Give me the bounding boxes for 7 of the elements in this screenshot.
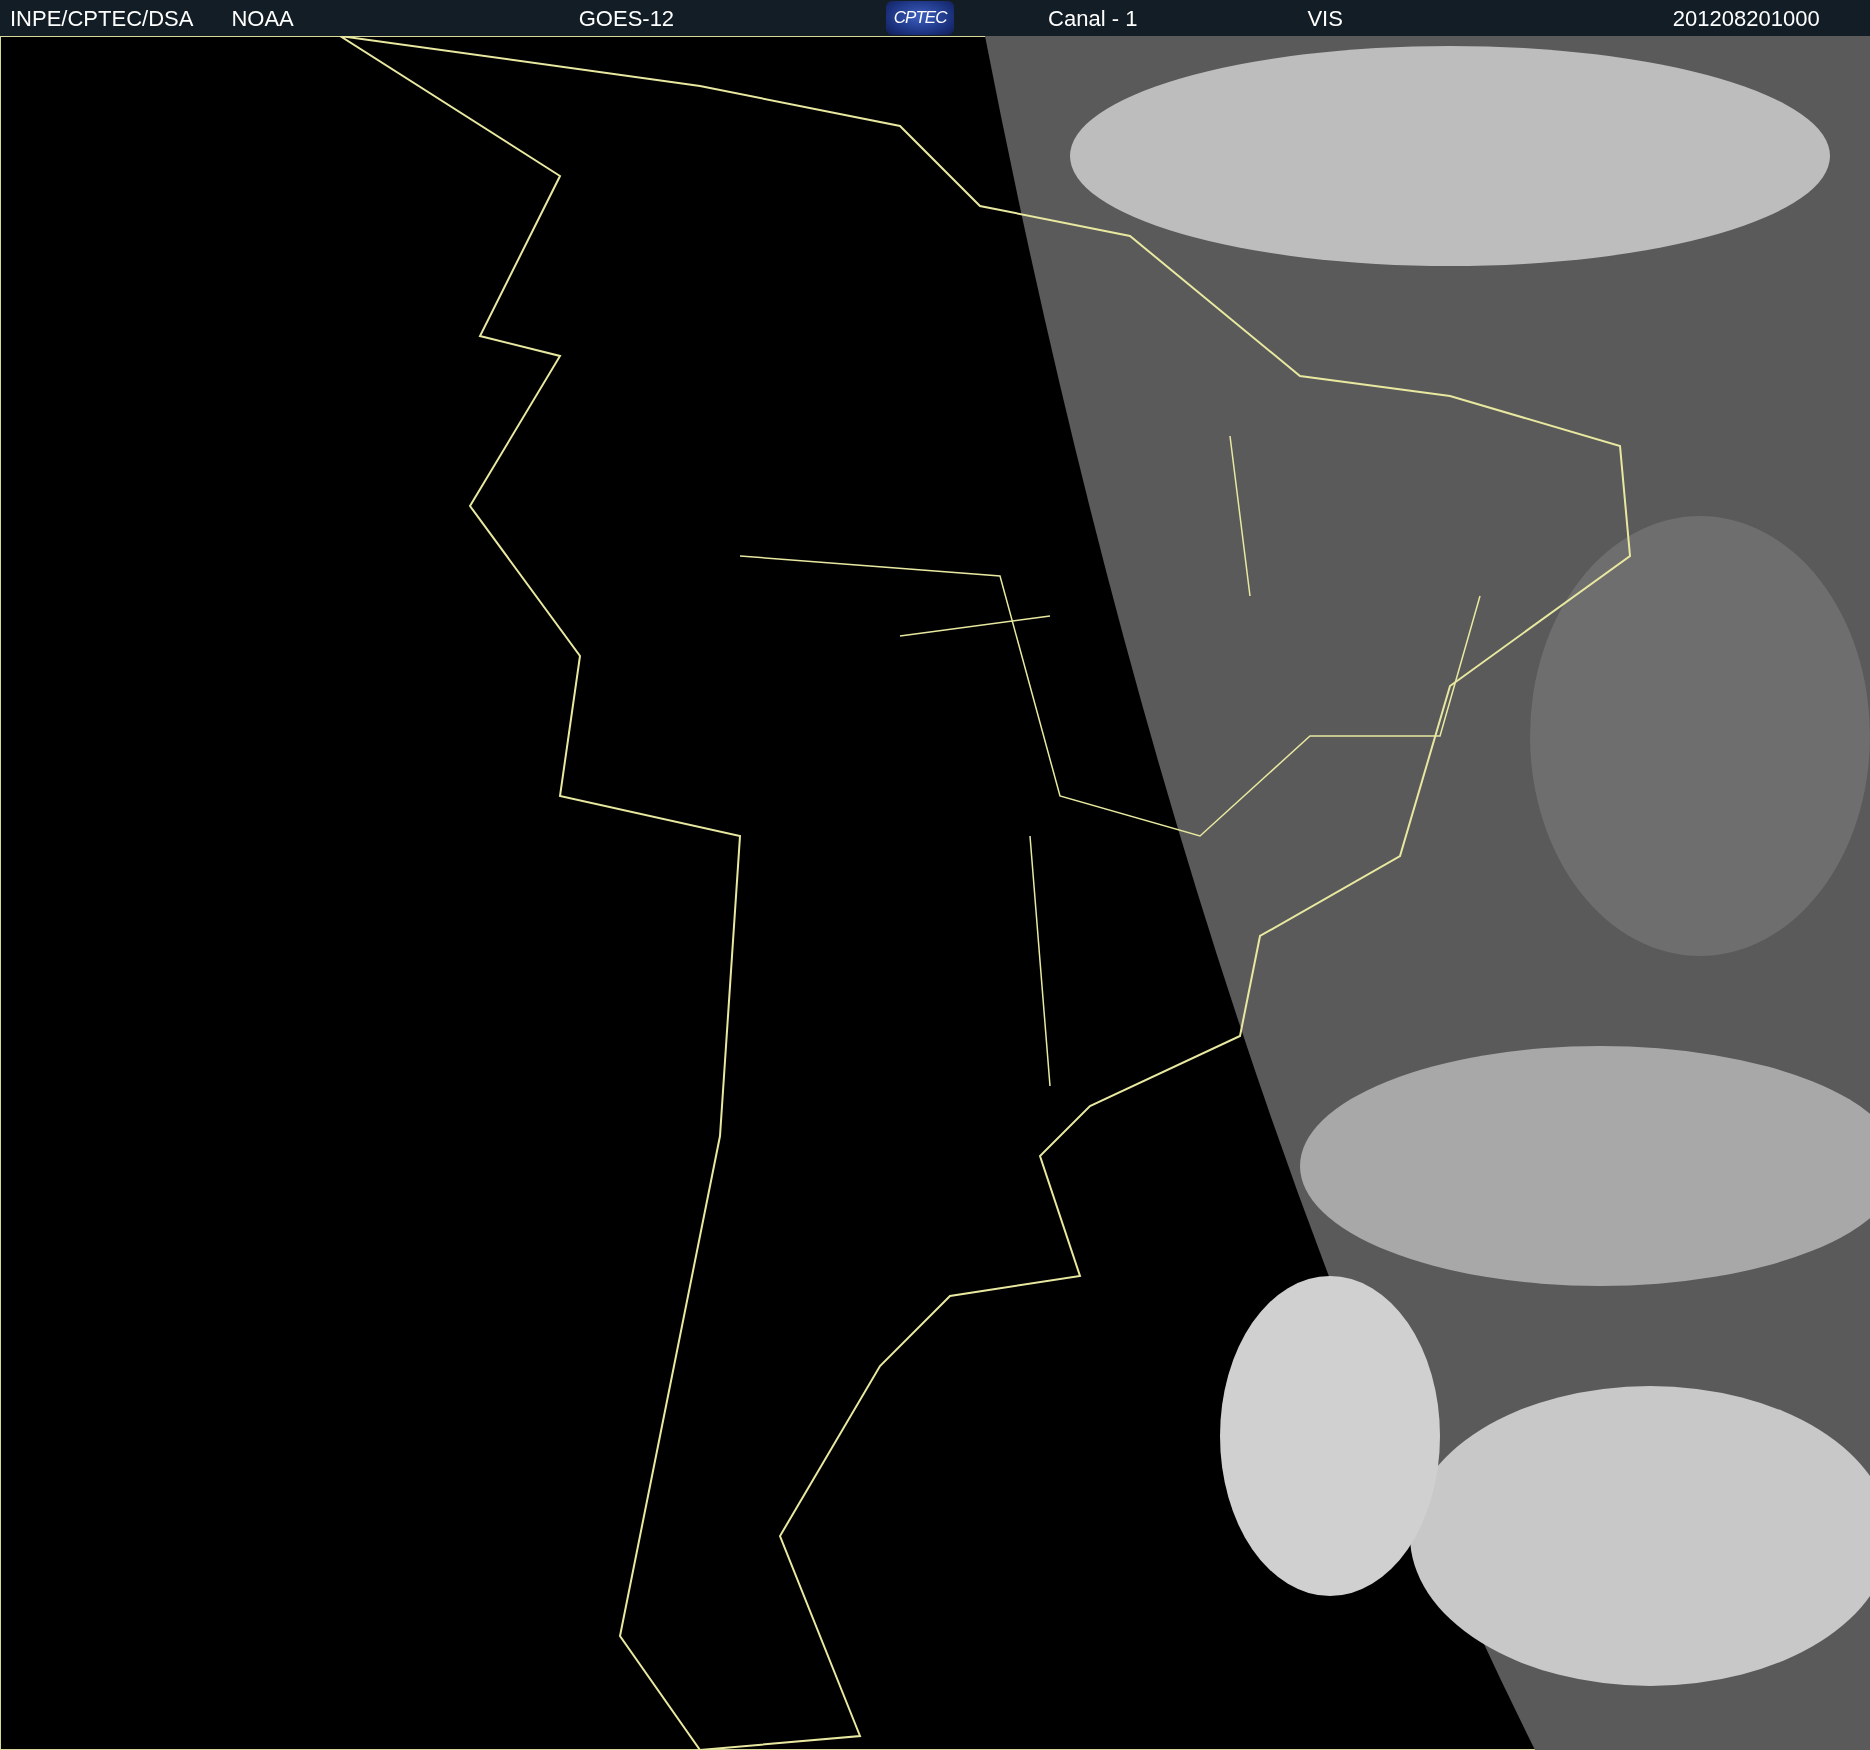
logo: CPTEC — [886, 1, 955, 35]
header-label: NOAA — [231, 4, 294, 33]
header-label: Canal - 1 — [1048, 4, 1138, 33]
header-label: INPE/CPTEC/DSA — [10, 4, 194, 33]
header-label: GOES-12 — [578, 4, 675, 33]
header-label: 201208201000 — [1672, 4, 1820, 33]
header-label: VIS — [1307, 4, 1343, 33]
